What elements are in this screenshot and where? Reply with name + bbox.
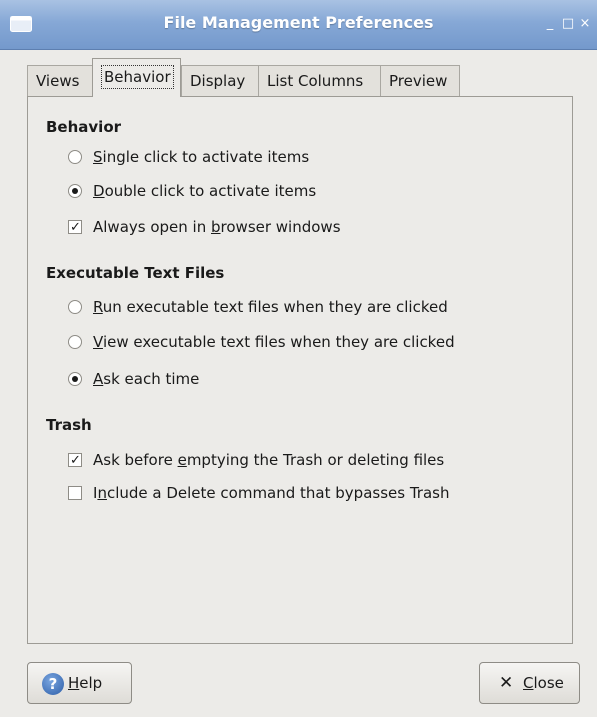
tab-preview-label: Preview — [389, 72, 448, 90]
run-executable-label: Run executable text files when they are … — [93, 298, 448, 316]
help-button[interactable]: ? Help — [27, 662, 132, 704]
include-delete-label: Include a Delete command that bypasses T… — [93, 484, 450, 502]
radio-indicator[interactable] — [68, 184, 82, 198]
single-click-label: Single click to activate items — [93, 148, 310, 166]
tab-behavior[interactable]: Behavior — [92, 58, 181, 97]
checkbox-indicator[interactable] — [68, 218, 82, 238]
close-icon: ✕ — [499, 673, 514, 693]
radio-indicator[interactable] — [68, 300, 82, 314]
section-title-behavior: Behavior — [46, 118, 122, 136]
checkbox-indicator[interactable] — [68, 486, 82, 500]
radio-indicator[interactable] — [68, 335, 82, 349]
title-bar[interactable]: File Management Preferences _ □ × — [0, 0, 597, 50]
maximize-button[interactable]: □ — [561, 17, 575, 31]
help-button-label: Help — [68, 674, 103, 692]
tab-preview[interactable]: Preview — [380, 65, 460, 96]
always-open-label: Always open in browser windows — [93, 218, 341, 236]
tab-list-columns-label: List Columns — [267, 72, 364, 90]
ask-each-time-label: Ask each time — [93, 370, 200, 388]
tab-display-label: Display — [190, 72, 246, 90]
tab-display[interactable]: Display — [181, 65, 259, 96]
tab-list-columns[interactable]: List Columns — [258, 65, 381, 96]
help-icon: ? — [42, 673, 64, 695]
radio-indicator[interactable] — [68, 372, 82, 386]
checkbox-indicator[interactable] — [68, 451, 82, 471]
close-window-button[interactable]: × — [578, 17, 592, 31]
tab-views-label: Views — [36, 72, 80, 90]
view-executable-label: View executable text files when they are… — [93, 333, 455, 351]
radio-indicator[interactable] — [68, 150, 82, 164]
section-title-trash: Trash — [46, 416, 92, 434]
window-title: File Management Preferences — [163, 13, 434, 32]
ask-before-emptying-label: Ask before emptying the Trash or deletin… — [93, 451, 445, 469]
section-title-executable: Executable Text Files — [46, 264, 225, 282]
close-button-label: Close — [523, 674, 564, 692]
tab-behavior-label: Behavior — [101, 65, 174, 89]
tab-views[interactable]: Views — [27, 65, 93, 96]
double-click-label: Double click to activate items — [93, 182, 317, 200]
close-button[interactable]: ✕ Close — [479, 662, 580, 704]
minimize-button[interactable]: _ — [543, 17, 557, 31]
